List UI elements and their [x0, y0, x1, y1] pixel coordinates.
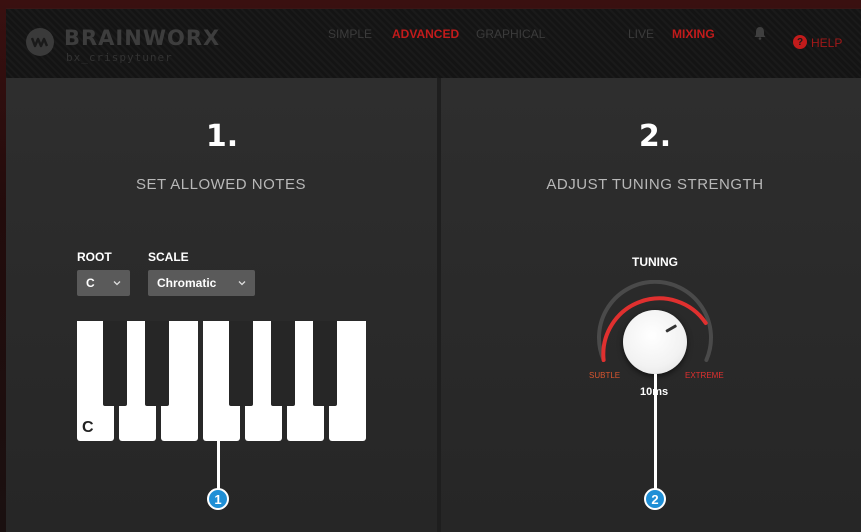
chevron-down-icon: [238, 281, 246, 286]
piano-key-f-sharp[interactable]: [229, 321, 253, 406]
tuning-max-label: EXTREME: [685, 371, 724, 380]
view-mixing-tab[interactable]: MIXING: [672, 27, 715, 41]
tuning-knob[interactable]: [623, 310, 687, 374]
scale-dropdown-value: Chromatic: [157, 276, 217, 290]
help-icon[interactable]: ?: [793, 35, 807, 49]
tuning-value: 10ms: [640, 386, 669, 398]
piano-key-c-label: C: [82, 419, 94, 436]
root-label: ROOT: [77, 250, 112, 264]
piano-keyboard: C: [77, 321, 367, 441]
step1-number: 1.: [205, 119, 239, 154]
piano-key-c-sharp[interactable]: [103, 321, 127, 406]
view-live-tab[interactable]: LIVE: [628, 27, 654, 41]
root-dropdown[interactable]: C: [77, 270, 130, 296]
brainworx-logo-icon: [26, 28, 54, 56]
step2-number: 2.: [638, 119, 672, 154]
callout-2-badge: 2: [644, 488, 666, 510]
product-name: bx_crispytuner: [66, 51, 173, 64]
piano-key-a-sharp[interactable]: [313, 321, 337, 406]
chevron-down-icon: [113, 281, 121, 286]
piano-key-d-sharp[interactable]: [145, 321, 169, 406]
scale-label: SCALE: [148, 250, 189, 264]
mode-advanced-tab[interactable]: ADVANCED: [392, 27, 459, 41]
callout-1-line: [217, 441, 220, 489]
bell-icon[interactable]: [753, 26, 767, 40]
top-bar: BRAINWORX bx_crispytuner: [6, 8, 861, 79]
mode-simple-tab[interactable]: SIMPLE: [328, 27, 372, 41]
tuning-knob-label: TUNING: [632, 255, 678, 269]
step2-title: ADJUST TUNING STRENGTH: [546, 176, 764, 193]
mode-graphical-tab[interactable]: GRAPHICAL: [476, 27, 545, 41]
piano-key-g-sharp[interactable]: [271, 321, 295, 406]
help-button[interactable]: HELP: [811, 36, 842, 50]
callout-1-badge: 1: [207, 488, 229, 510]
root-dropdown-value: C: [86, 276, 95, 290]
step1-title: SET ALLOWED NOTES: [136, 176, 306, 193]
scale-dropdown[interactable]: Chromatic: [148, 270, 255, 296]
brand-name: BRAINWORX: [64, 26, 221, 50]
tuning-min-label: SUBTLE: [589, 371, 621, 380]
